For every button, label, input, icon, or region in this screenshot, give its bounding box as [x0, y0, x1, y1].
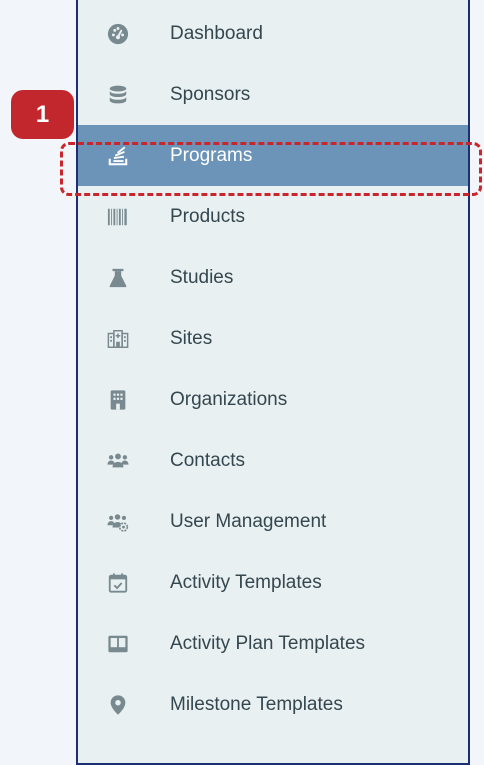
calendar-check-icon: [106, 571, 130, 595]
sidebar-item-label: Activity Plan Templates: [170, 632, 366, 654]
map-pin-icon: [106, 693, 130, 717]
hospital-building-icon: [106, 327, 130, 351]
sidebar-item-sites[interactable]: Sites: [78, 308, 468, 369]
sidebar-nav: Dashboard Sponsors Programs Products Stu…: [76, 0, 470, 765]
sidebar-item-label: Contacts: [170, 449, 245, 471]
book-open-icon: [106, 632, 130, 656]
step-number-badge: 1: [11, 90, 74, 139]
database-icon: [106, 83, 130, 107]
sidebar-item-user-management[interactable]: User Management: [78, 491, 468, 552]
sidebar-item-milestone-templates[interactable]: Milestone Templates: [78, 674, 468, 735]
users-icon: [106, 449, 130, 473]
sidebar-item-label: Studies: [170, 266, 234, 288]
sidebar-item-programs[interactable]: Programs: [78, 125, 468, 186]
sidebar-item-dashboard[interactable]: Dashboard: [78, 3, 468, 64]
sidebar-item-label: Sponsors: [170, 83, 251, 105]
sidebar-item-label: Sites: [170, 327, 213, 349]
sidebar-item-products[interactable]: Products: [78, 186, 468, 247]
sidebar-item-activity-plan-templates[interactable]: Activity Plan Templates: [78, 613, 468, 674]
stack-icon: [106, 144, 130, 168]
sidebar-item-sponsors[interactable]: Sponsors: [78, 64, 468, 125]
users-gear-icon: [106, 510, 130, 534]
sidebar-item-label: Organizations: [170, 388, 288, 410]
sidebar-item-organizations[interactable]: Organizations: [78, 369, 468, 430]
flask-icon: [106, 266, 130, 290]
sidebar-item-label: Dashboard: [170, 22, 263, 44]
sidebar-item-label: Products: [170, 205, 245, 227]
sidebar-item-label: Milestone Templates: [170, 693, 343, 715]
dashboard-icon: [106, 22, 130, 46]
sidebar-item-label: Programs: [170, 144, 253, 166]
sidebar-item-label: Activity Templates: [170, 571, 322, 593]
barcode-icon: [106, 205, 130, 229]
sidebar-item-label: User Management: [170, 510, 327, 532]
building-icon: [106, 388, 130, 412]
sidebar-item-contacts[interactable]: Contacts: [78, 430, 468, 491]
sidebar-item-studies[interactable]: Studies: [78, 247, 468, 308]
sidebar-item-activity-templates[interactable]: Activity Templates: [78, 552, 468, 613]
